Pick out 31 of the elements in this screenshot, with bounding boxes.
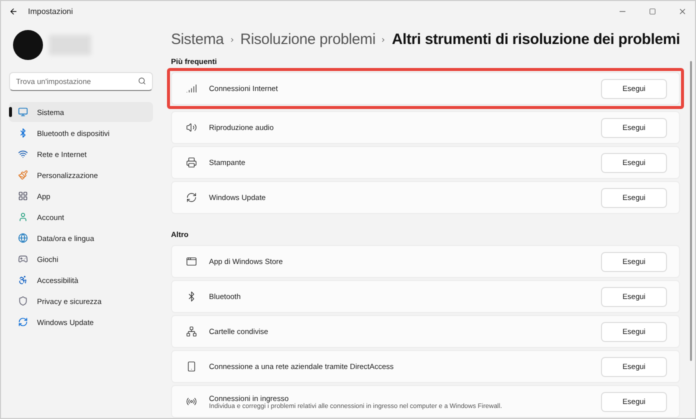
paintbrush-icon bbox=[18, 170, 28, 180]
back-icon[interactable] bbox=[9, 6, 18, 16]
scrollbar[interactable] bbox=[690, 61, 692, 361]
shield-icon bbox=[18, 296, 28, 306]
network-icon bbox=[186, 326, 197, 337]
bluetooth-icon bbox=[18, 128, 28, 138]
window-title: Impostazioni bbox=[28, 6, 74, 16]
signal-icon bbox=[186, 83, 197, 94]
apps-grid-icon bbox=[18, 191, 28, 201]
speaker-icon bbox=[186, 122, 197, 133]
accessibility-icon bbox=[18, 275, 28, 285]
search-icon[interactable] bbox=[138, 76, 146, 84]
gamepad-icon bbox=[18, 254, 28, 264]
person-icon bbox=[18, 212, 28, 222]
bluetooth-icon bbox=[186, 291, 197, 302]
selection-indicator bbox=[9, 107, 12, 117]
refresh-icon bbox=[186, 192, 197, 203]
phone-icon bbox=[186, 361, 197, 372]
avatar bbox=[13, 30, 43, 60]
close-icon[interactable] bbox=[678, 6, 687, 16]
printer-icon bbox=[186, 157, 197, 168]
breadcrumb-item[interactable]: Risoluzione problemi bbox=[240, 31, 376, 48]
breadcrumb-item: Altri strumenti di risoluzione dei problemi bbox=[392, 31, 680, 48]
breadcrumb-item[interactable]: Sistema bbox=[171, 31, 224, 48]
globe-icon bbox=[18, 233, 28, 243]
refresh-icon bbox=[18, 317, 28, 327]
monitor-icon bbox=[18, 107, 28, 117]
maximize-icon[interactable] bbox=[649, 8, 656, 14]
app-window-icon bbox=[186, 256, 197, 267]
wifi-icon bbox=[18, 149, 28, 159]
antenna-icon bbox=[186, 396, 197, 407]
